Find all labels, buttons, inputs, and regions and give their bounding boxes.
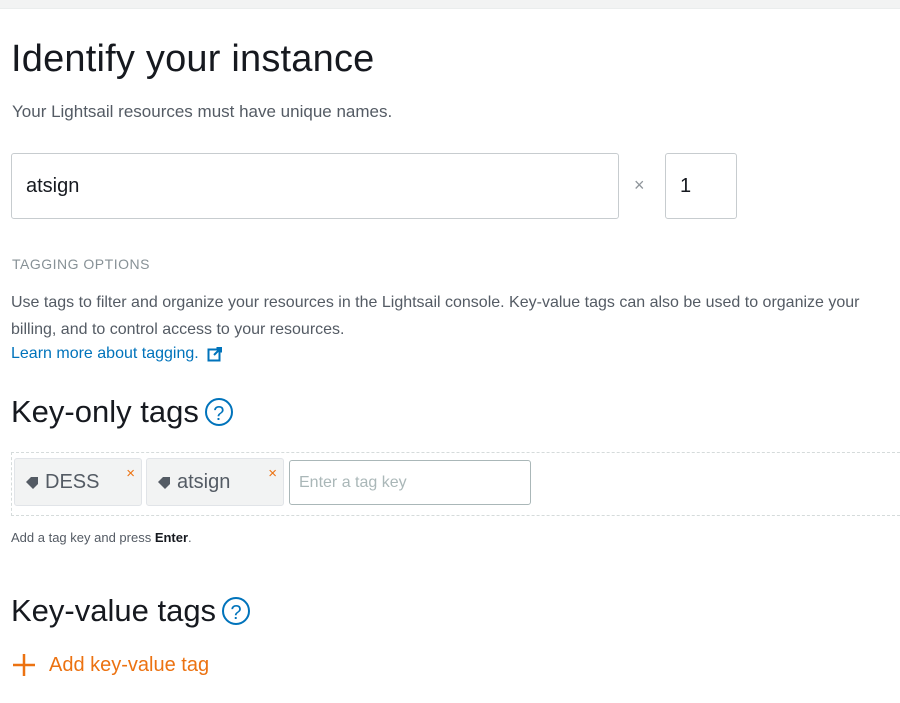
help-icon[interactable]: ? bbox=[222, 597, 251, 625]
top-strip bbox=[0, 0, 900, 9]
help-icon[interactable]: ? bbox=[204, 398, 233, 426]
tag-chip: atsign × bbox=[146, 458, 284, 506]
tagging-options-label: TAGGING OPTIONS bbox=[12, 256, 150, 272]
key-value-tags-heading: Key-value tags ? bbox=[11, 593, 251, 629]
add-key-value-tag-label: Add key-value tag bbox=[49, 653, 210, 676]
key-value-tags-title: Key-value tags bbox=[11, 593, 217, 628]
external-link-icon bbox=[207, 347, 222, 362]
instance-quantity-input[interactable] bbox=[665, 153, 737, 219]
tag-chip-label: DESS bbox=[45, 470, 100, 493]
learn-more-tagging-link[interactable]: Learn more about tagging. bbox=[11, 345, 223, 363]
tag-key-hint: Add a tag key and press Enter. bbox=[11, 530, 192, 545]
tag-chip-label: atsign bbox=[177, 470, 231, 493]
hint-enter-key: Enter bbox=[154, 530, 189, 545]
page-subtitle: Your Lightsail resources must have uniqu… bbox=[12, 102, 393, 121]
key-only-tags-title: Key-only tags bbox=[11, 394, 199, 429]
tag-icon bbox=[26, 477, 38, 489]
plus-icon bbox=[13, 654, 35, 676]
hint-prefix: Add a tag key and press bbox=[11, 530, 155, 545]
learn-more-label: Learn more about tagging. bbox=[11, 345, 199, 362]
remove-tag-icon[interactable]: × bbox=[268, 465, 277, 482]
hint-suffix: . bbox=[188, 530, 192, 545]
page-title: Identify your instance bbox=[11, 38, 375, 80]
times-symbol: × bbox=[634, 175, 645, 195]
tag-icon bbox=[158, 477, 170, 489]
tag-chip: DESS × bbox=[14, 458, 142, 506]
tag-key-input[interactable] bbox=[289, 460, 531, 505]
instance-name-input[interactable] bbox=[11, 153, 619, 219]
add-key-value-tag-button[interactable]: Add key-value tag bbox=[11, 652, 209, 678]
remove-tag-icon[interactable]: × bbox=[126, 465, 135, 482]
tagging-description: Use tags to filter and organize your res… bbox=[11, 294, 860, 338]
key-only-tags-heading: Key-only tags ? bbox=[11, 394, 233, 430]
